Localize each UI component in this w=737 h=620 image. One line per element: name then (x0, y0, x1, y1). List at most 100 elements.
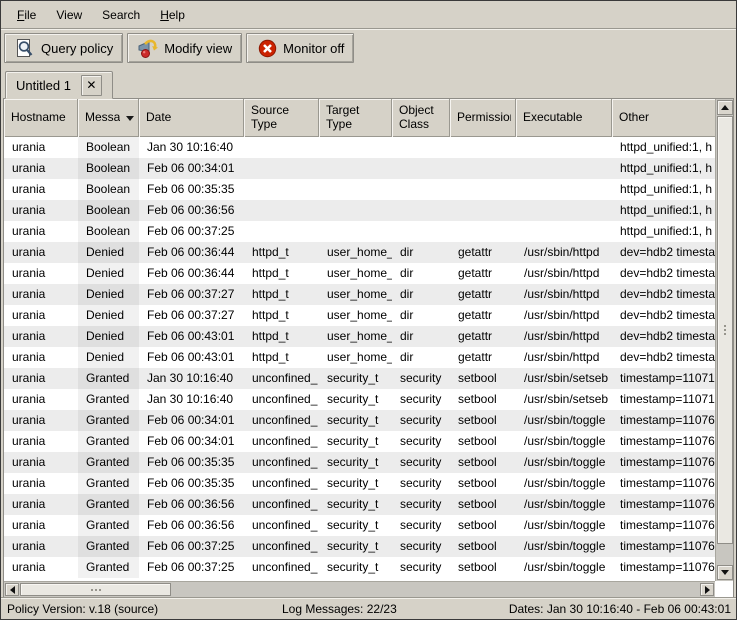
cell: /usr/sbin/toggle (516, 494, 612, 515)
cell: urania (4, 557, 78, 578)
menu-item-view[interactable]: View (46, 4, 92, 26)
vertical-scrollbar-thumb[interactable] (717, 116, 733, 544)
table-row[interactable]: uraniaDeniedFeb 06 00:36:44httpd_tuser_h… (4, 242, 715, 263)
cell: Feb 06 00:34:01 (139, 431, 244, 452)
column-header-message[interactable]: Messa (78, 99, 139, 137)
scroll-up-button[interactable] (717, 100, 733, 115)
cell (392, 179, 450, 200)
scroll-down-button[interactable] (717, 565, 733, 580)
tab-close-button[interactable]: ✕ (81, 75, 102, 96)
cell: security (392, 536, 450, 557)
column-header-executable[interactable]: Executable (516, 99, 612, 137)
cell: Granted (78, 473, 139, 494)
cell: getattr (450, 242, 516, 263)
cell: urania (4, 242, 78, 263)
column-header-object-class[interactable]: Object Class (392, 99, 450, 137)
up-arrow-icon (721, 105, 729, 110)
cell: urania (4, 410, 78, 431)
table-row[interactable]: uraniaGrantedFeb 06 00:37:25unconfined_s… (4, 557, 715, 578)
cell: user_home_ (319, 284, 392, 305)
tab-untitled-1[interactable]: Untitled 1 ✕ (5, 71, 113, 99)
scroll-right-button[interactable] (700, 583, 714, 596)
cell: urania (4, 536, 78, 557)
modify-view-button[interactable]: Modify view (127, 33, 242, 63)
table-row[interactable]: uraniaDeniedFeb 06 00:43:01httpd_tuser_h… (4, 347, 715, 368)
cell: /usr/sbin/setseb (516, 389, 612, 410)
scroll-left-button[interactable] (5, 583, 19, 596)
cell: urania (4, 347, 78, 368)
cell: setbool (450, 536, 516, 557)
cell: Feb 06 00:37:25 (139, 557, 244, 578)
menu-item-search[interactable]: Search (92, 4, 150, 26)
cell: security_t (319, 368, 392, 389)
table-row[interactable]: uraniaBooleanFeb 06 00:37:25httpd_unifie… (4, 221, 715, 242)
cell: dev=hdb2 timesta (612, 326, 715, 347)
cell: dir (392, 305, 450, 326)
cell: timestamp=11076 (612, 431, 715, 452)
cell (516, 158, 612, 179)
cell: httpd_unified:1, h (612, 221, 715, 242)
table-row[interactable]: uraniaDeniedFeb 06 00:37:27httpd_tuser_h… (4, 305, 715, 326)
menu-item-file[interactable]: File (7, 4, 46, 26)
cell: security (392, 368, 450, 389)
query-policy-button[interactable]: Query policy (4, 33, 123, 63)
cell: /usr/sbin/setseb (516, 368, 612, 389)
table-row[interactable]: uraniaBooleanFeb 06 00:34:01httpd_unifie… (4, 158, 715, 179)
modify-view-label: Modify view (164, 41, 232, 56)
query-policy-icon (14, 37, 36, 59)
cell: httpd_unified:1, h (612, 158, 715, 179)
cell: Feb 06 00:36:56 (139, 200, 244, 221)
table-row[interactable]: uraniaGrantedFeb 06 00:34:01unconfined_s… (4, 431, 715, 452)
horizontal-scrollbar[interactable] (4, 581, 715, 597)
cell: urania (4, 515, 78, 536)
table-row[interactable]: uraniaDeniedFeb 06 00:37:27httpd_tuser_h… (4, 284, 715, 305)
table-row[interactable]: uraniaBooleanFeb 06 00:36:56httpd_unifie… (4, 200, 715, 221)
vertical-scrollbar[interactable] (715, 99, 733, 581)
cell: urania (4, 179, 78, 200)
column-header-date[interactable]: Date (139, 99, 244, 137)
table-row[interactable]: uraniaGrantedFeb 06 00:36:56unconfined_s… (4, 515, 715, 536)
cell: urania (4, 389, 78, 410)
status-bar: Policy Version: v.18 (source) Log Messag… (1, 598, 736, 619)
cell (244, 179, 319, 200)
cell: user_home_ (319, 263, 392, 284)
table-row[interactable]: uraniaGrantedFeb 06 00:36:56unconfined_s… (4, 494, 715, 515)
table-row[interactable]: uraniaGrantedFeb 06 00:37:25unconfined_s… (4, 536, 715, 557)
cell: getattr (450, 305, 516, 326)
tab-label: Untitled 1 (16, 78, 71, 93)
cell (516, 137, 612, 158)
cell: httpd_unified:1, h (612, 137, 715, 158)
cell (244, 200, 319, 221)
column-header-hostname[interactable]: Hostname (4, 99, 78, 137)
monitor-off-button[interactable]: Monitor off (246, 33, 354, 63)
table-row[interactable]: uraniaDeniedFeb 06 00:43:01httpd_tuser_h… (4, 326, 715, 347)
horizontal-scrollbar-thumb[interactable] (20, 583, 171, 596)
table-row[interactable]: uraniaBooleanJan 30 10:16:40httpd_unifie… (4, 137, 715, 158)
table-row[interactable]: uraniaGrantedJan 30 10:16:40unconfined_s… (4, 389, 715, 410)
cell: urania (4, 221, 78, 242)
cell: security_t (319, 515, 392, 536)
cell: /usr/sbin/toggle (516, 557, 612, 578)
table-row[interactable]: uraniaDeniedFeb 06 00:36:44httpd_tuser_h… (4, 263, 715, 284)
column-header-source-type[interactable]: Source Type (244, 99, 319, 137)
table-row[interactable]: uraniaGrantedFeb 06 00:35:35unconfined_s… (4, 473, 715, 494)
cell: security (392, 473, 450, 494)
column-header-target-type[interactable]: Target Type (319, 99, 392, 137)
cell: Feb 06 00:37:27 (139, 305, 244, 326)
cell: /usr/sbin/toggle (516, 473, 612, 494)
table-row[interactable]: uraniaGrantedJan 30 10:16:40unconfined_s… (4, 368, 715, 389)
cell: timestamp=11076 (612, 452, 715, 473)
column-header-permission[interactable]: Permission (450, 99, 516, 137)
cell: timestamp=11071 (612, 389, 715, 410)
cell: Granted (78, 368, 139, 389)
column-header-other[interactable]: Other (612, 99, 715, 137)
cell: httpd_t (244, 284, 319, 305)
cell: security (392, 515, 450, 536)
cell: dev=hdb2 timesta (612, 284, 715, 305)
menu-item-help[interactable]: Help (150, 4, 195, 26)
table-row[interactable]: uraniaBooleanFeb 06 00:35:35httpd_unifie… (4, 179, 715, 200)
table-row[interactable]: uraniaGrantedFeb 06 00:35:35unconfined_s… (4, 452, 715, 473)
table-row[interactable]: uraniaGrantedFeb 06 00:34:01unconfined_s… (4, 410, 715, 431)
cell: dev=hdb2 timesta (612, 263, 715, 284)
cell: security (392, 410, 450, 431)
